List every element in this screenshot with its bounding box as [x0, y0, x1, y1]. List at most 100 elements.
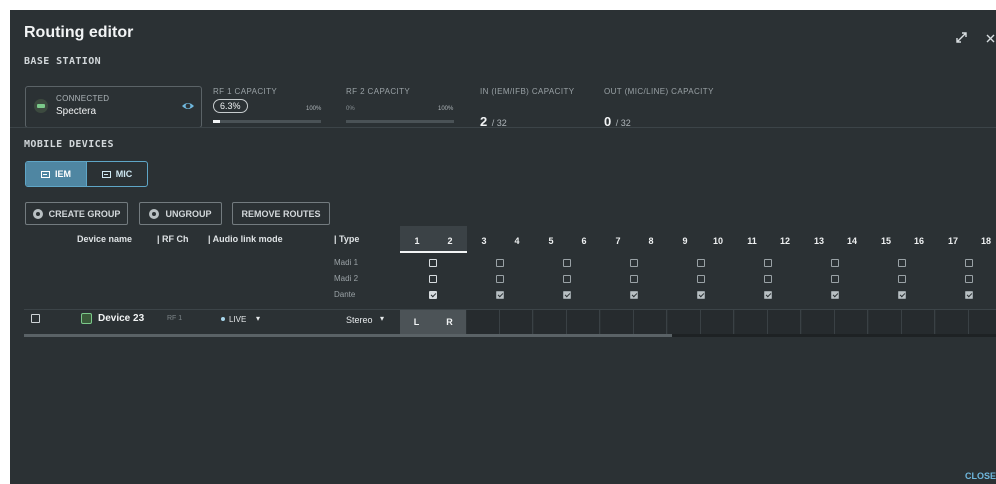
- device-rf-channel: RF 1: [167, 315, 183, 322]
- network-checkbox-madi1[interactable]: [630, 259, 638, 267]
- channel-pair-header[interactable]: 34: [467, 226, 534, 253]
- out-capacity: OUT (MIC/LINE) CAPACITY 0 / 32: [604, 87, 734, 129]
- route-cell[interactable]: [902, 310, 935, 334]
- channel-pair-header[interactable]: 11 12: [735, 226, 802, 253]
- ungroup-icon: [149, 208, 160, 219]
- header-audio-link-mode[interactable]: | Audio link mode: [208, 234, 283, 244]
- channel-pair-header[interactable]: 15 16: [869, 226, 936, 253]
- route-cell[interactable]: [601, 310, 634, 334]
- rf1-capacity-label: RF 1 CAPACITY: [213, 87, 278, 96]
- network-checkbox-madi2[interactable]: [764, 275, 772, 283]
- create-group-button[interactable]: CREATE GROUP: [25, 202, 128, 225]
- network-checkbox-madi2[interactable]: [898, 275, 906, 283]
- network-checkbox-madi2[interactable]: [630, 275, 638, 283]
- route-cell[interactable]: [835, 310, 868, 334]
- route-cell[interactable]: [802, 310, 835, 334]
- network-checkbox-madi1[interactable]: [831, 259, 839, 267]
- header-rf-ch[interactable]: | RF Ch: [157, 234, 189, 244]
- route-cell[interactable]: [969, 310, 996, 334]
- type-select[interactable]: Stereo: [346, 315, 373, 325]
- rf1-capacity: RF 1 CAPACITY 6.3% 100%: [213, 87, 323, 123]
- iem-icon: [40, 170, 50, 178]
- route-left-cell[interactable]: L: [400, 310, 433, 334]
- routing-editor-dialog: Routing editor BASE STATION CONNECTED Sp…: [10, 10, 996, 484]
- route-cell[interactable]: [467, 310, 500, 334]
- rf1-capacity-fill: [213, 120, 220, 123]
- channel-pair-header[interactable]: 13 14: [802, 226, 869, 253]
- route-cell[interactable]: [534, 310, 567, 334]
- remove-routes-button[interactable]: REMOVE ROUTES: [232, 202, 330, 225]
- network-checkbox-madi2[interactable]: [831, 275, 839, 283]
- route-cell[interactable]: [567, 310, 600, 334]
- live-status-dot: [221, 317, 225, 321]
- chevron-down-icon[interactable]: ▾: [256, 314, 260, 323]
- route-cell[interactable]: [701, 310, 734, 334]
- network-checkbox-madi2[interactable]: [496, 275, 504, 283]
- tab-mic[interactable]: MIC: [87, 162, 147, 186]
- eye-icon[interactable]: [181, 99, 195, 113]
- network-checkbox-dante[interactable]: [697, 291, 705, 299]
- network-checkbox-madi2[interactable]: [697, 275, 705, 283]
- device-name: Device 23: [98, 313, 145, 324]
- close-button[interactable]: CLOSE: [965, 471, 996, 481]
- channel-number: 16: [913, 236, 924, 246]
- audio-link-mode-select[interactable]: LIVE: [229, 315, 246, 324]
- out-capacity-label: OUT (MIC/LINE) CAPACITY: [604, 87, 714, 96]
- network-checkbox-madi1[interactable]: [429, 259, 437, 267]
- route-cell[interactable]: [768, 310, 801, 334]
- route-cell[interactable]: [936, 310, 969, 334]
- network-checkbox-madi2[interactable]: [429, 275, 437, 283]
- base-station-card[interactable]: CONNECTED Spectera: [25, 86, 202, 128]
- network-checkbox-dante[interactable]: [965, 291, 973, 299]
- network-checkbox-dante[interactable]: [898, 291, 906, 299]
- rf1-capacity-value: 6.3%: [213, 99, 248, 113]
- rf2-capacity-max: 100%: [438, 106, 454, 112]
- route-cell[interactable]: [634, 310, 667, 334]
- channel-number: 11: [747, 236, 757, 246]
- remove-routes-label: REMOVE ROUTES: [241, 208, 321, 219]
- network-checkbox-madi2[interactable]: [563, 275, 571, 283]
- route-cell[interactable]: [869, 310, 902, 334]
- route-cell[interactable]: [735, 310, 768, 334]
- network-checkbox-dante[interactable]: [496, 291, 504, 299]
- route-right-cell[interactable]: R: [433, 310, 466, 334]
- network-checkbox-madi2[interactable]: [965, 275, 973, 283]
- channel-number: 1: [414, 236, 420, 246]
- network-checkbox-madi1[interactable]: [965, 259, 973, 267]
- network-checkbox-madi1[interactable]: [898, 259, 906, 267]
- channel-number: 8: [648, 236, 654, 246]
- ungroup-button[interactable]: UNGROUP: [139, 202, 222, 225]
- channel-pair-header[interactable]: 9 10: [668, 226, 735, 253]
- network-checkbox-dante[interactable]: [563, 291, 571, 299]
- rf2-capacity: RF 2 CAPACITY 0% 100%: [346, 87, 456, 123]
- channel-pair-header[interactable]: 12: [400, 226, 467, 253]
- network-checkbox-madi1[interactable]: [697, 259, 705, 267]
- in-capacity-count: 2 / 32: [480, 113, 507, 131]
- channel-number: 18: [980, 236, 991, 246]
- close-icon[interactable]: [986, 32, 995, 46]
- channel-pair-header[interactable]: 78: [601, 226, 668, 253]
- channel-pair-header[interactable]: 17 18: [936, 226, 996, 253]
- network-checkbox-dante[interactable]: [764, 291, 772, 299]
- network-checkbox-dante[interactable]: [831, 291, 839, 299]
- group-icon: [32, 208, 43, 219]
- channel-number: 12: [779, 236, 790, 246]
- network-checkbox-madi1[interactable]: [764, 259, 772, 267]
- expand-icon[interactable]: [956, 32, 967, 46]
- channel-number: 3: [481, 236, 487, 246]
- tab-iem[interactable]: IEM: [26, 162, 86, 186]
- scrollbar-thumb[interactable]: [24, 334, 674, 337]
- chevron-down-icon[interactable]: ▾: [380, 314, 384, 323]
- route-cell[interactable]: [500, 310, 533, 334]
- connection-status: CONNECTED: [56, 94, 110, 103]
- header-type[interactable]: | Type: [334, 234, 359, 244]
- network-checkbox-dante[interactable]: [429, 291, 437, 299]
- row-select-checkbox[interactable]: [31, 314, 40, 323]
- network-checkbox-madi1[interactable]: [496, 259, 504, 267]
- channel-pair-header[interactable]: 56: [534, 226, 601, 253]
- header-device-name[interactable]: Device name: [77, 234, 132, 244]
- channel-number: 4: [514, 236, 520, 246]
- network-checkbox-dante[interactable]: [630, 291, 638, 299]
- network-checkbox-madi1[interactable]: [563, 259, 571, 267]
- route-cell[interactable]: [668, 310, 701, 334]
